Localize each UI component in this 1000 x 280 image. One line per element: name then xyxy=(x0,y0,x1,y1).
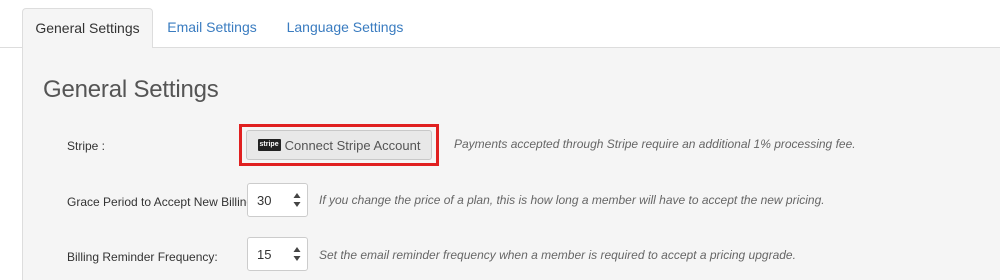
settings-tab-bar: General Settings Email Settings Language… xyxy=(0,0,1000,49)
up-down-arrows-icon[interactable] xyxy=(293,192,301,208)
grace-period-hint: If you change the price of a plan, this … xyxy=(319,193,825,207)
up-down-arrows-icon[interactable] xyxy=(293,246,301,262)
section-title: General Settings xyxy=(43,76,219,103)
connect-stripe-button[interactable]: stripe Connect Stripe Account xyxy=(246,130,432,160)
grace-period-label: Grace Period to Accept New Billing: xyxy=(67,195,257,209)
stripe-logo-icon: stripe xyxy=(257,139,281,151)
tab-email-settings[interactable]: Email Settings xyxy=(160,8,264,49)
billing-reminder-label: Billing Reminder Frequency: xyxy=(67,250,218,264)
billing-reminder-stepper[interactable]: 15 xyxy=(247,237,308,271)
grace-period-value: 30 xyxy=(257,193,272,208)
billing-reminder-value: 15 xyxy=(257,247,272,262)
stripe-label: Stripe : xyxy=(67,139,106,153)
stripe-hint: Payments accepted through Stripe require… xyxy=(454,137,856,151)
billing-reminder-hint: Set the email reminder frequency when a … xyxy=(319,248,796,262)
tab-language-settings[interactable]: Language Settings xyxy=(278,8,412,49)
tab-general-settings[interactable]: General Settings xyxy=(22,8,153,49)
grace-period-stepper[interactable]: 30 xyxy=(247,183,308,217)
general-settings-panel: General Settings Stripe : stripe Connect… xyxy=(22,48,1000,280)
connect-stripe-label: Connect Stripe Account xyxy=(284,137,421,153)
